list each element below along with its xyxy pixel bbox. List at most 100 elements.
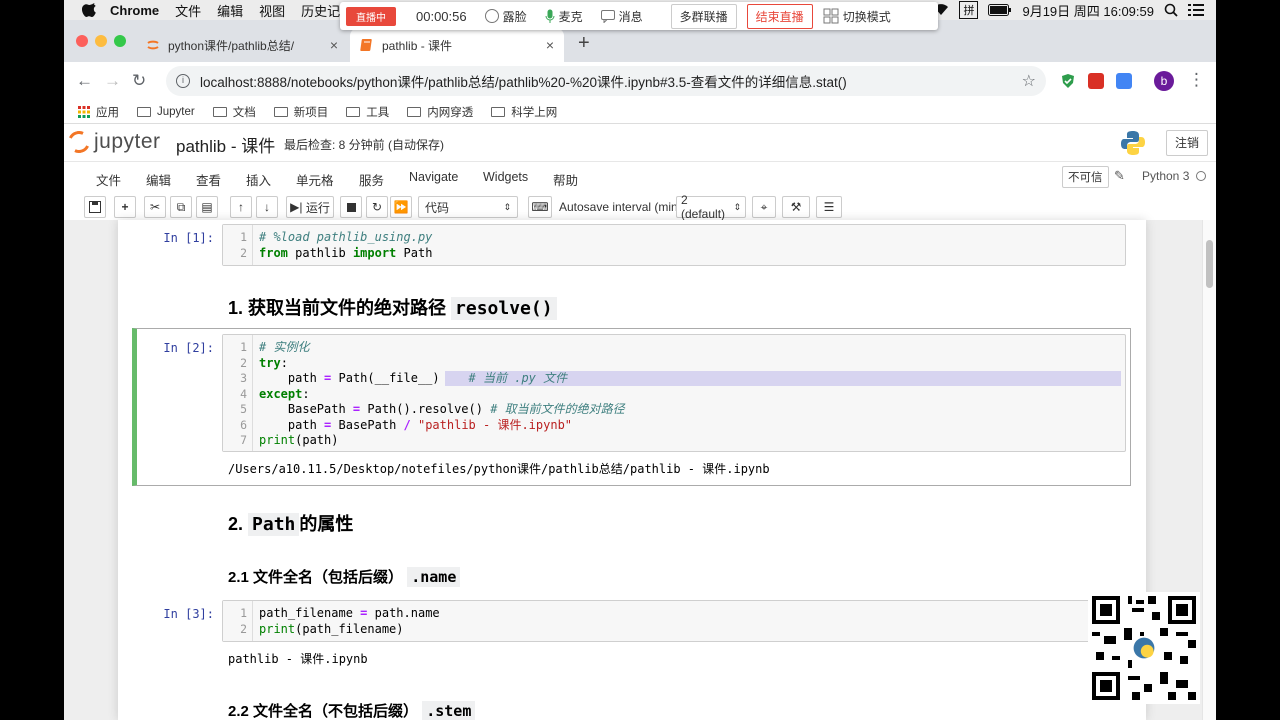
- cell-type-select[interactable]: 代码 ⇕: [418, 196, 518, 218]
- markdown-heading[interactable]: 2. Path 的属性: [228, 510, 353, 536]
- jmenu-insert[interactable]: 插入: [246, 170, 271, 189]
- trust-status-button[interactable]: 不可信: [1062, 166, 1109, 188]
- site-info-icon[interactable]: i: [176, 74, 190, 88]
- toc-button[interactable]: ☰: [816, 196, 842, 218]
- switch-mode-button[interactable]: 切换模式: [823, 8, 891, 25]
- clock[interactable]: 9月19日 周四 16:09:59: [1022, 1, 1154, 20]
- jupyter-logo-icon: [64, 127, 94, 157]
- autosave-label: Autosave interval (min):: [559, 200, 686, 214]
- paste-button[interactable]: ▤: [196, 196, 218, 218]
- bookmark-label: 应用: [96, 106, 119, 119]
- kernel-idle-icon: [1196, 171, 1206, 181]
- adblock-extension-icon[interactable]: [1060, 73, 1076, 89]
- jmenu-cell[interactable]: 单元格: [296, 170, 334, 189]
- menu-edit[interactable]: 编辑: [217, 1, 243, 20]
- bookmark-folder-vpn[interactable]: 科学上网: [491, 104, 557, 120]
- live-timer: 00:00:56: [416, 8, 467, 24]
- bookmark-folder-tunnel[interactable]: 内网穿透: [407, 104, 473, 120]
- window-minimize-button[interactable]: [95, 35, 107, 47]
- bookmark-folder-docs[interactable]: 文档: [212, 104, 256, 120]
- tab-close-icon[interactable]: ×: [546, 37, 554, 53]
- copy-button[interactable]: ⧉: [170, 196, 192, 218]
- kernel-name[interactable]: Python 3: [1142, 169, 1189, 183]
- markdown-subheading[interactable]: 2.1 文件全名（包括后缀） .name: [228, 566, 461, 587]
- edit-pencil-icon[interactable]: ✎: [1114, 168, 1125, 184]
- jmenu-file[interactable]: 文件: [96, 170, 121, 189]
- logout-button[interactable]: 注销: [1166, 130, 1208, 156]
- bookmark-folder-tools[interactable]: 工具: [346, 104, 389, 120]
- bookmark-label: 新项目: [293, 106, 329, 119]
- jupyter-logo[interactable]: jupyter: [64, 127, 161, 157]
- markdown-heading[interactable]: 1. 获取当前文件的绝对路径 resolve(): [228, 294, 557, 320]
- new-tab-icon[interactable]: +: [578, 32, 590, 55]
- jupyter-menubar: 文件 编辑 查看 插入 单元格 服务 Navigate Widgets 帮助 不…: [64, 162, 1216, 192]
- mic-toggle[interactable]: 麦克: [545, 8, 583, 25]
- save-button[interactable]: [84, 196, 106, 218]
- back-arrow-icon[interactable]: ←: [76, 71, 93, 91]
- move-up-button[interactable]: ↑: [230, 196, 252, 218]
- jmenu-widgets[interactable]: Widgets: [483, 170, 528, 184]
- input-method-icon[interactable]: 拼: [959, 1, 979, 19]
- jmenu-help[interactable]: 帮助: [553, 170, 578, 189]
- menu-view[interactable]: 视图: [259, 1, 285, 20]
- tab-notebook[interactable]: pathlib - 课件 ×: [350, 28, 564, 62]
- camera-toggle[interactable]: 露脸: [484, 8, 527, 25]
- cell-output: pathlib - 课件.ipynb: [228, 652, 368, 666]
- browser-menu-icon[interactable]: ⋮: [1188, 70, 1205, 90]
- code-cell-input[interactable]: 1 # %load pathlib_using.py 2 from pathlib …: [222, 224, 1126, 266]
- folder-icon: [212, 106, 227, 117]
- jmenu-kernel[interactable]: 服务: [359, 170, 384, 189]
- page-scrollbar[interactable]: [1202, 220, 1216, 720]
- message-button[interactable]: 消息: [600, 8, 643, 25]
- restart-button[interactable]: ↻: [366, 196, 388, 218]
- bookmark-label: 工具: [366, 106, 390, 119]
- save-icon: [89, 201, 101, 213]
- jmenu-view[interactable]: 查看: [196, 170, 221, 189]
- navigate-button[interactable]: ⌖: [752, 196, 776, 218]
- record-extension-icon[interactable]: [1088, 73, 1104, 89]
- markdown-subheading[interactable]: 2.2 文件全名（不包括后缀） .stem: [228, 700, 476, 720]
- bookmark-star-icon[interactable]: ☆: [1022, 71, 1036, 91]
- nbextension-button[interactable]: ⚒: [782, 196, 810, 218]
- interrupt-button[interactable]: [340, 196, 362, 218]
- menu-app-name[interactable]: Chrome: [110, 3, 159, 18]
- profile-avatar[interactable]: b: [1154, 71, 1174, 91]
- scissors-icon: ✂: [149, 200, 161, 214]
- apple-icon[interactable]: [82, 3, 96, 17]
- battery-icon[interactable]: [988, 4, 1012, 16]
- reload-icon[interactable]: ↻: [132, 71, 146, 91]
- run-button[interactable]: ▶| 运行: [286, 196, 334, 218]
- spotlight-search-icon[interactable]: [1164, 3, 1178, 17]
- tab-close-icon[interactable]: ×: [330, 37, 338, 53]
- notification-center-icon[interactable]: [1188, 3, 1204, 17]
- code-cell-input[interactable]: 1 # 实例化 2 try: 3 path = Path(__file__) # 当…: [222, 334, 1126, 452]
- jmenu-navigate[interactable]: Navigate: [409, 170, 458, 184]
- translate-extension-icon[interactable]: [1116, 73, 1132, 89]
- menu-history[interactable]: 历史记: [301, 1, 340, 20]
- forward-arrow-icon[interactable]: →: [104, 71, 121, 91]
- bookmark-folder-jupyter[interactable]: Jupyter: [137, 106, 195, 118]
- bookmark-folder-new-projects[interactable]: 新项目: [273, 104, 329, 120]
- tab-title: pathlib - 课件: [382, 38, 453, 53]
- cut-button[interactable]: ✂: [144, 196, 166, 218]
- window-close-button[interactable]: [76, 35, 88, 47]
- scrollbar-thumb[interactable]: [1206, 240, 1213, 288]
- fast-forward-icon: ⏩: [393, 200, 409, 214]
- move-down-button[interactable]: ↓: [256, 196, 278, 218]
- code-cell-input[interactable]: 1 path_filename = path.name 2 print(path_f…: [222, 600, 1126, 642]
- insert-cell-button[interactable]: +: [114, 196, 136, 218]
- bookmark-apps[interactable]: 应用: [78, 104, 119, 120]
- notebook-title[interactable]: pathlib - 课件: [176, 132, 275, 157]
- restart-run-all-button[interactable]: ⏩: [390, 196, 412, 218]
- menu-file[interactable]: 文件: [175, 1, 201, 20]
- notebook-container: In [1]: 1 # %load pathlib_using.py 2 from …: [118, 220, 1146, 720]
- jmenu-edit[interactable]: 编辑: [146, 170, 171, 189]
- window-zoom-button[interactable]: [114, 35, 126, 47]
- multi-group-broadcast-button[interactable]: 多群联播: [670, 3, 737, 29]
- command-palette-button[interactable]: ⌨: [528, 196, 552, 218]
- address-bar[interactable]: i localhost:8888/notebooks/python课件/path…: [166, 66, 1046, 96]
- copy-icon: ⧉: [176, 199, 186, 214]
- tab-directory[interactable]: python课件/pathlib总结/ ×: [136, 28, 348, 62]
- autosave-interval-select[interactable]: 2 (default) ⇕: [676, 193, 746, 221]
- end-live-button[interactable]: 结束直播: [746, 3, 813, 29]
